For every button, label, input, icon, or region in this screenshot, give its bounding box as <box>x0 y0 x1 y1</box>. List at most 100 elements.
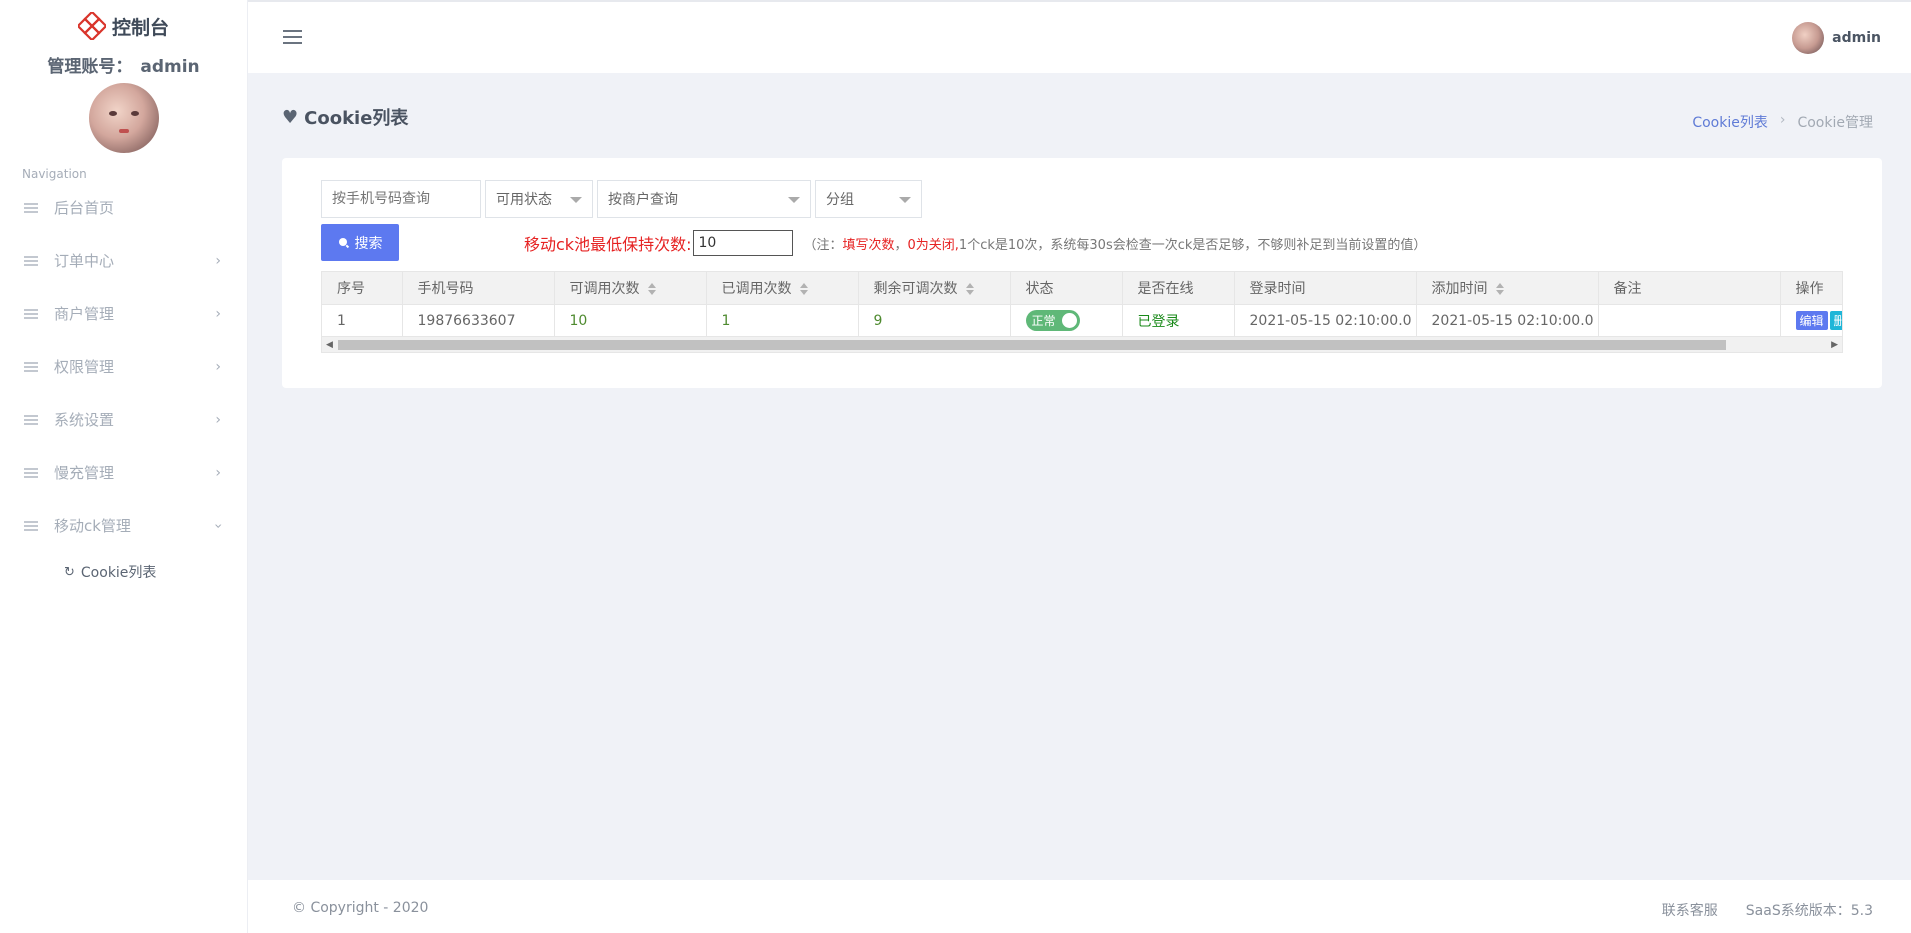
ck-pool-min-input[interactable] <box>693 230 794 256</box>
list-icon <box>24 520 38 531</box>
status-toggle[interactable]: 正常 <box>1025 310 1080 332</box>
column-header: 备注 <box>1598 272 1781 305</box>
sidebar-item-settings[interactable]: 系统设置 › <box>0 393 247 446</box>
breadcrumb-current: Cookie管理 <box>1797 115 1873 131</box>
sidebar-item-mobile-ck[interactable]: 移动ck管理 › <box>0 499 247 552</box>
status-toggle-label: 正常 <box>1031 314 1056 329</box>
account-name: admin <box>140 57 200 77</box>
menu-toggle-icon[interactable] <box>283 30 302 44</box>
user-menu[interactable]: admin <box>1792 22 1881 54</box>
search-button[interactable]: 搜索 <box>321 224 399 261</box>
copyright: © Copyright - 2020 <box>292 900 429 916</box>
column-header: 是否在线 <box>1122 272 1235 305</box>
column-header-label: 剩余可调次数 <box>873 280 958 297</box>
avatar <box>88 83 159 153</box>
sidebar-item-home[interactable]: 后台首页 <box>0 181 247 234</box>
footer-links: 联系客服 SaaS系统版本：5.3 <box>1662 900 1873 920</box>
sidebar-item-merchants[interactable]: 商户管理 › <box>0 287 247 340</box>
phone-search-input[interactable] <box>321 180 481 218</box>
cell-remark <box>1598 304 1781 337</box>
sort-icon[interactable] <box>1495 282 1504 295</box>
delete-button[interactable]: 删除 <box>1829 311 1842 331</box>
note-rest: 1个ck是10次，系统每30s会检查一次ck是否足够，不够则补足到当前设置的值） <box>958 237 1427 253</box>
column-header: 操作 <box>1780 272 1842 305</box>
merchant-select-value: 按商户查询 <box>608 192 678 208</box>
sidebar: 控制台 管理账号： admin Navigation 后台首页 订单中心 › 商户… <box>0 0 248 933</box>
topbar: admin <box>248 0 1911 73</box>
nav-title: Navigation <box>22 167 87 181</box>
brand: 控制台 <box>0 0 247 52</box>
scroll-left-arrow-icon[interactable]: ◀ <box>326 340 333 350</box>
note-highlight-2: 0为关闭, <box>907 237 959 253</box>
group-select[interactable]: 分组 <box>815 180 922 218</box>
sidebar-item-orders[interactable]: 订单中心 › <box>0 234 247 287</box>
search-button-label: 搜索 <box>354 235 383 252</box>
ck-pool-label: 移动ck池最低保持次数: <box>524 235 692 254</box>
brand-logo-icon <box>77 12 106 40</box>
caret-down-icon <box>899 197 911 203</box>
caret-down-icon <box>570 197 582 203</box>
list-icon <box>24 414 38 425</box>
sidebar-item-label: 权限管理 <box>54 358 115 376</box>
cell-callable: 10 <box>554 304 707 337</box>
sort-icon[interactable] <box>799 282 808 295</box>
edit-button[interactable]: 编辑 <box>1795 311 1828 331</box>
column-header-label: 已调用次数 <box>721 280 792 297</box>
ck-pool-note: （注：填写次数，0为关闭,1个ck是10次，系统每30s会检查一次ck是否足够，… <box>803 234 1426 253</box>
caret-down-icon <box>788 197 800 203</box>
cookie-table: 序号 手机号码 可调用次数 已调用次数 剩余可调次数 状态 是否在线 登录时间 … <box>321 271 1843 353</box>
sidebar-item-label: 慢充管理 <box>54 464 115 482</box>
sort-icon[interactable] <box>647 282 656 295</box>
list-icon <box>24 202 38 213</box>
footer: © Copyright - 2020 联系客服 SaaS系统版本：5.3 <box>248 880 1911 933</box>
account-label: 管理账号： <box>47 57 133 77</box>
sidebar-item-label: 移动ck管理 <box>54 517 131 535</box>
toggle-knob <box>1061 313 1077 329</box>
search-icon <box>338 237 349 248</box>
sidebar-item-label: 后台首页 <box>54 199 115 217</box>
horizontal-scrollbar[interactable]: ◀ ▶ <box>322 336 1842 352</box>
scroll-thumb[interactable] <box>338 340 1726 350</box>
page-title-text: Cookie列表 <box>304 108 409 129</box>
chevron-right-icon: › <box>215 252 221 269</box>
list-icon <box>24 467 38 478</box>
sidebar-item-label: 系统设置 <box>54 411 115 429</box>
ck-pool-setting: 移动ck池最低保持次数: （注：填写次数，0为关闭,1个ck是10次，系统每30… <box>524 230 1426 256</box>
table-header-row: 序号 手机号码 可调用次数 已调用次数 剩余可调次数 状态 是否在线 登录时间 … <box>322 272 1842 305</box>
column-header: 序号 <box>322 272 403 305</box>
column-header-label: 可调用次数 <box>569 280 640 297</box>
column-header: 状态 <box>1010 272 1123 305</box>
breadcrumb-separator: › <box>1779 112 1786 128</box>
chevron-right-icon: › <box>215 358 221 375</box>
column-header: 登录时间 <box>1234 272 1417 305</box>
cell-remaining: 9 <box>858 304 1011 337</box>
column-header-sortable[interactable]: 添加时间 <box>1416 272 1599 305</box>
status-select[interactable]: 可用状态 <box>485 180 593 218</box>
column-header-sortable[interactable]: 可调用次数 <box>554 272 707 305</box>
sort-icon[interactable] <box>965 282 974 295</box>
sidebar-item-slow-charge[interactable]: 慢充管理 › <box>0 446 247 499</box>
sidebar-subitem-cookie-list[interactable]: ↻ Cookie列表 <box>0 552 247 592</box>
column-header-sortable[interactable]: 已调用次数 <box>706 272 859 305</box>
chevron-right-icon: › <box>215 464 221 481</box>
sidebar-item-label: 订单中心 <box>54 252 115 270</box>
user-avatar <box>1792 22 1825 54</box>
list-icon <box>24 255 38 266</box>
note-prefix: （注： <box>803 237 843 253</box>
scroll-right-arrow-icon[interactable]: ▶ <box>1831 340 1838 350</box>
merchant-select[interactable]: 按商户查询 <box>597 180 811 218</box>
filter-bar: 可用状态 按商户查询 分组 <box>321 180 922 218</box>
cell-index: 1 <box>322 304 403 337</box>
breadcrumb: Cookie列表 › Cookie管理 <box>1692 112 1873 132</box>
sidebar-subitem-label: Cookie列表 <box>80 565 157 581</box>
contact-support-link[interactable]: 联系客服 <box>1662 900 1718 920</box>
content-card: 可用状态 按商户查询 分组 搜索 移动ck池最低保持次数: （注：填写次数，0为… <box>282 158 1882 388</box>
sidebar-item-label: 商户管理 <box>54 305 115 323</box>
sidebar-item-permissions[interactable]: 权限管理 › <box>0 340 247 393</box>
cell-phone: 19876633607 <box>402 304 555 337</box>
heart-icon: ♥ <box>282 106 299 128</box>
list-icon <box>24 308 38 319</box>
version-info: SaaS系统版本：5.3 <box>1745 903 1873 919</box>
breadcrumb-link[interactable]: Cookie列表 <box>1692 112 1768 132</box>
column-header-sortable[interactable]: 剩余可调次数 <box>858 272 1011 305</box>
